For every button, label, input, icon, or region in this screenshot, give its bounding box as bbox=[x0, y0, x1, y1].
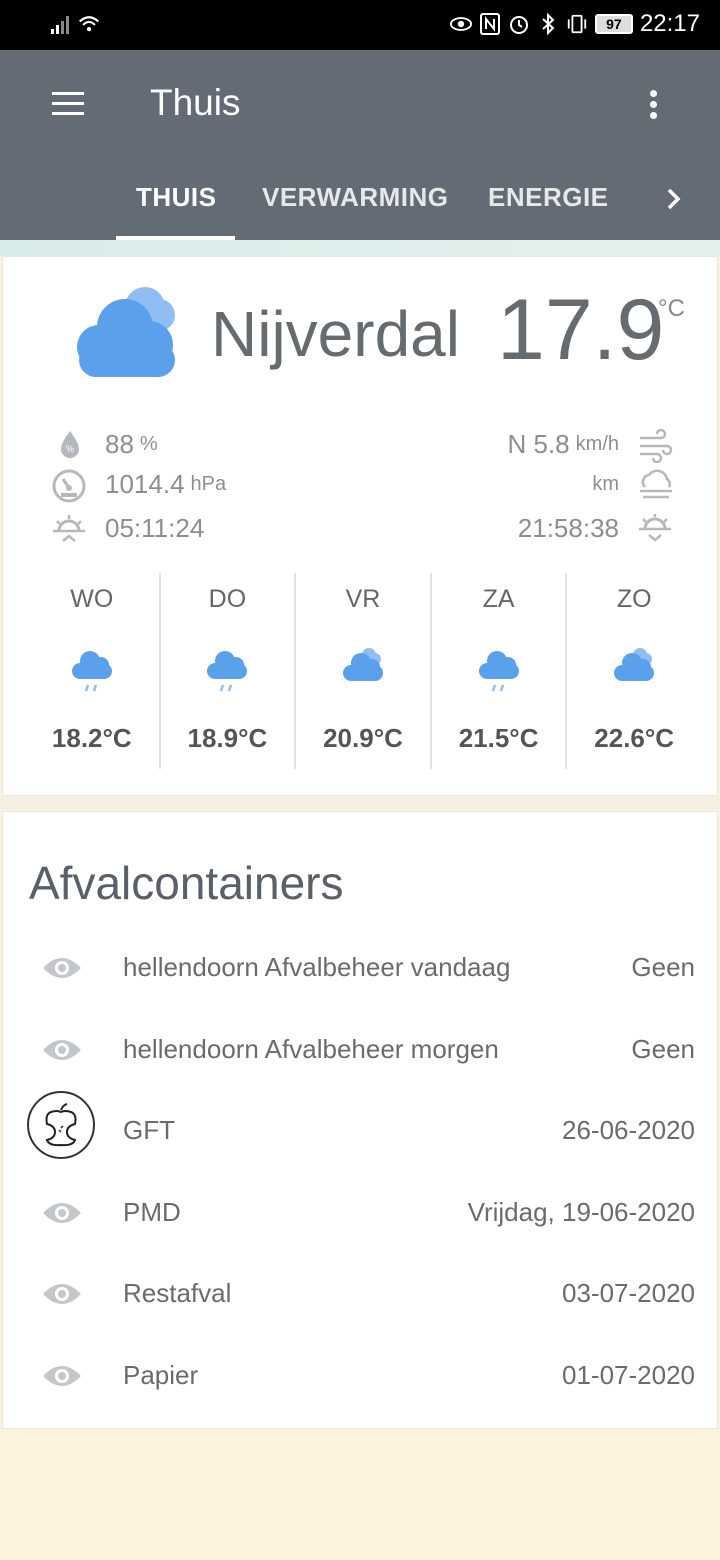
forecast-temp: 21.5°C bbox=[458, 723, 539, 753]
forecast-day[interactable]: DO 18.9°C bbox=[161, 573, 297, 769]
forecast-day-label: VR bbox=[345, 585, 381, 613]
temperature-unit: °C bbox=[658, 295, 685, 322]
humidity-value: 88% bbox=[105, 429, 158, 459]
humidity-icon: % bbox=[57, 429, 83, 464]
rain-cloud-icon bbox=[203, 645, 251, 700]
bluetooth-icon bbox=[537, 12, 559, 36]
clock: 22:17 bbox=[639, 10, 700, 37]
divider bbox=[0, 796, 720, 810]
list-item-value: 26-06-2020 bbox=[562, 1115, 695, 1145]
signal-icon bbox=[50, 12, 72, 36]
tab-energie[interactable]: ENERGIE bbox=[488, 182, 609, 213]
list-item-value: 03-07-2020 bbox=[562, 1278, 695, 1308]
list-item-name: hellendoorn Afvalbeheer morgen bbox=[123, 1034, 499, 1064]
app-bar: Thuis THUIS VERWARMING ENERGIE bbox=[0, 50, 720, 240]
forecast-day[interactable]: ZO 22.6°C bbox=[567, 573, 701, 769]
forecast-day-label: DO bbox=[208, 585, 247, 613]
section-title: Afvalcontainers bbox=[29, 857, 344, 909]
divider bbox=[0, 240, 720, 256]
eye-icon bbox=[41, 1197, 83, 1234]
list-item-value: 01-07-2020 bbox=[562, 1360, 695, 1390]
sunset-icon bbox=[637, 513, 673, 552]
rain-cloud-icon bbox=[68, 645, 116, 700]
forecast-day[interactable]: VR 20.9°C bbox=[296, 573, 432, 769]
tab-thuis[interactable]: THUIS bbox=[136, 182, 217, 213]
list-item[interactable]: PMD Vrijdag, 19-06-2020 bbox=[3, 1187, 719, 1247]
forecast: WO 18.2°C DO 18.9°C VR 20.9°C ZA 21.5°C … bbox=[25, 573, 701, 769]
eye-icon bbox=[41, 1278, 83, 1315]
list-item-value: Geen bbox=[631, 1034, 695, 1064]
cloud-icon bbox=[610, 645, 658, 700]
menu-icon[interactable] bbox=[52, 92, 84, 118]
pressure-value: 1014.4 hPa bbox=[105, 469, 227, 499]
forecast-day[interactable]: ZA 21.5°C bbox=[432, 573, 568, 769]
chevron-right-icon[interactable] bbox=[664, 184, 684, 214]
waste-card: Afvalcontainers hellendoorn Afvalbeheer … bbox=[2, 811, 718, 1429]
sunrise-icon bbox=[51, 513, 87, 552]
list-item-name: GFT bbox=[123, 1115, 175, 1145]
forecast-temp: 18.2°C bbox=[51, 723, 132, 753]
weather-card[interactable]: Nijverdal 17.9 °C % 88% 1014.4 hPa 05:11:… bbox=[2, 256, 718, 796]
alarm-icon bbox=[508, 12, 530, 36]
list-item-name: Restafval bbox=[123, 1278, 232, 1308]
sunset-time: 21:58:38 bbox=[517, 513, 619, 543]
cloud-icon bbox=[339, 645, 387, 700]
rain-cloud-icon bbox=[475, 645, 523, 700]
forecast-temp: 18.9°C bbox=[187, 723, 268, 753]
cloud-icon bbox=[59, 275, 189, 390]
sunrise-time: 05:11:24 bbox=[105, 513, 205, 543]
list-item-name: Papier bbox=[123, 1360, 199, 1390]
list-item-value: Geen bbox=[631, 952, 695, 982]
list-item[interactable]: hellendoorn Afvalbeheer morgen Geen bbox=[3, 1024, 719, 1084]
battery-icon: 97 bbox=[594, 14, 633, 34]
eye-icon bbox=[449, 12, 472, 36]
forecast-temp: 20.9°C bbox=[323, 723, 403, 753]
svg-text:%: % bbox=[66, 444, 74, 454]
current-temperature: 17.9 bbox=[497, 282, 665, 378]
eye-icon bbox=[41, 1034, 83, 1071]
more-options-icon[interactable] bbox=[645, 90, 661, 122]
gauge-icon bbox=[51, 469, 87, 508]
forecast-day-label: ZA bbox=[482, 585, 515, 613]
vibrate-icon bbox=[566, 12, 588, 36]
wind-icon bbox=[637, 428, 673, 468]
city-name: Nijverdal bbox=[211, 298, 460, 370]
list-item[interactable]: Restafval 03-07-2020 bbox=[3, 1268, 719, 1328]
list-item-name: PMD bbox=[123, 1197, 181, 1227]
fog-icon bbox=[637, 469, 675, 508]
forecast-day-label: WO bbox=[70, 585, 114, 613]
wifi-icon bbox=[78, 12, 100, 36]
eye-icon bbox=[41, 952, 83, 989]
forecast-day-label: ZO bbox=[616, 585, 652, 613]
status-bar: 97 22:17 bbox=[0, 0, 720, 50]
forecast-day[interactable]: WO 18.2°C bbox=[25, 573, 161, 769]
nfc-icon bbox=[479, 12, 501, 36]
apple-core-icon bbox=[27, 1091, 95, 1159]
page-title: Thuis bbox=[150, 82, 241, 123]
wind-value: N 5.8 km/h bbox=[507, 429, 620, 459]
tab-bar: THUIS VERWARMING ENERGIE bbox=[0, 160, 720, 240]
list-item-value: Vrijdag, 19-06-2020 bbox=[467, 1197, 695, 1227]
forecast-temp: 22.6°C bbox=[594, 723, 675, 753]
visibility-value: km bbox=[592, 473, 619, 495]
list-item[interactable]: hellendoorn Afvalbeheer vandaag Geen bbox=[3, 942, 719, 1002]
eye-icon bbox=[41, 1360, 83, 1397]
list-item-name: hellendoorn Afvalbeheer vandaag bbox=[123, 952, 511, 982]
list-item[interactable]: Papier 01-07-2020 bbox=[3, 1350, 719, 1410]
list-item[interactable]: GFT 26-06-2020 bbox=[3, 1091, 719, 1165]
tab-verwarming[interactable]: VERWARMING bbox=[262, 182, 449, 213]
